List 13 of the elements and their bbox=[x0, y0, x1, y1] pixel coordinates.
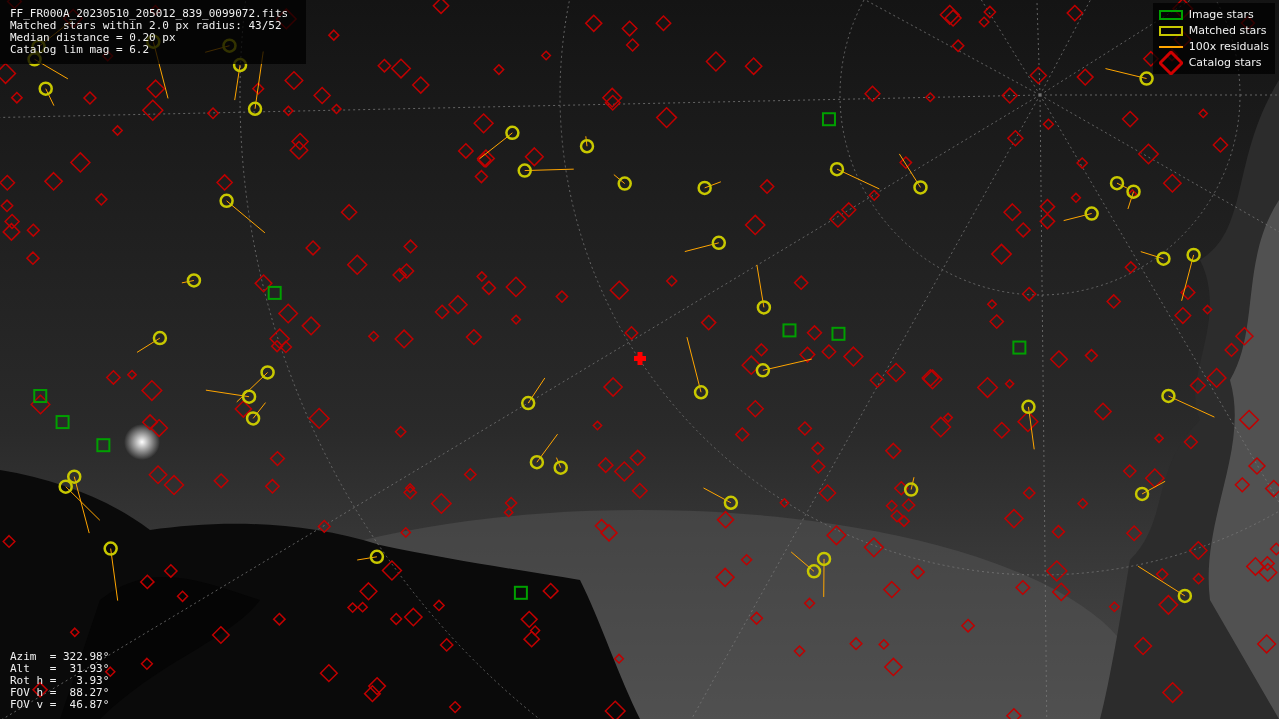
legend-label: Matched stars bbox=[1188, 24, 1267, 37]
pointing-text: FOV v = 46.87° bbox=[10, 699, 110, 711]
info-text: Median distance = 0.20 px bbox=[10, 32, 177, 44]
legend-label: Image stars bbox=[1188, 8, 1254, 21]
legend-label: 100x residuals bbox=[1188, 40, 1269, 53]
info-text: FF_FR000A_20230510_205012_839_0099072.fits bbox=[10, 8, 290, 20]
pointing-text: FOV h = 88.27° bbox=[10, 687, 110, 699]
info-text: Catalog lim mag = 6.2 bbox=[10, 44, 151, 56]
info-text: Matched stars within 2.0 px radius: 43/52 bbox=[10, 20, 282, 32]
pointing-text: Rot h = 3.93° bbox=[10, 675, 110, 687]
legend-label: Catalog stars bbox=[1188, 56, 1262, 69]
pointing-text: Azim = 322.98° bbox=[10, 651, 110, 663]
pointing-text: Alt = 31.93° bbox=[10, 663, 110, 675]
